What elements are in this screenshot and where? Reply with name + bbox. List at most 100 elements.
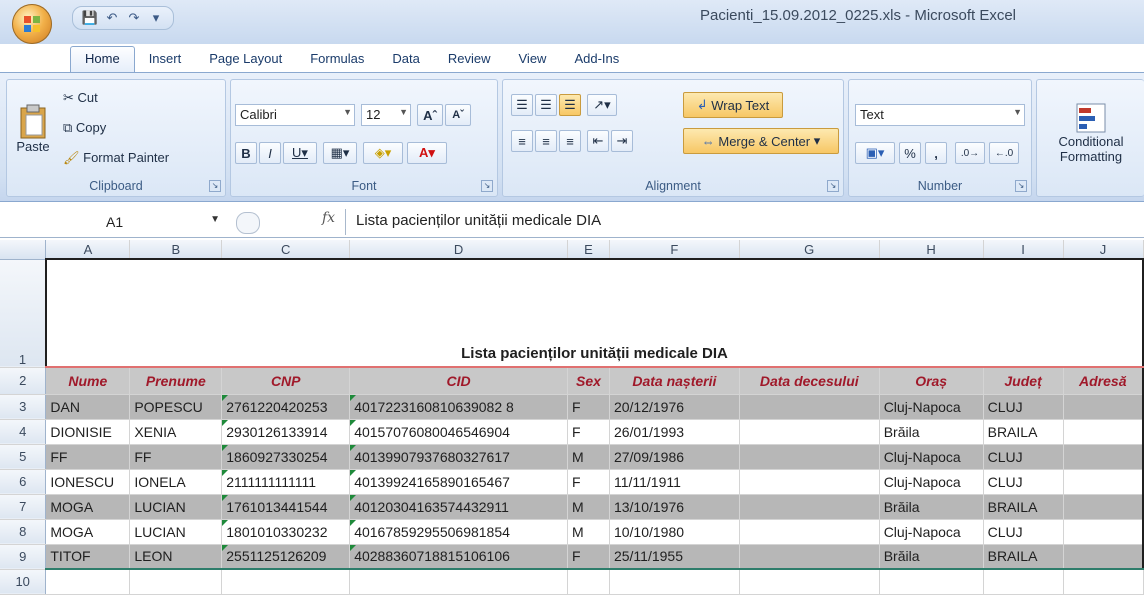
table-cell[interactable]: 2111111111111 — [221, 469, 351, 495]
table-cell[interactable]: LEON — [129, 544, 223, 570]
align-right-icon[interactable]: ≡ — [559, 130, 581, 152]
column-header-b[interactable]: B — [129, 240, 223, 260]
formula-bar-handle-icon[interactable] — [236, 212, 260, 234]
table-cell[interactable]: 1761013441544 — [221, 494, 351, 520]
table-cell[interactable] — [739, 419, 880, 445]
column-header-f[interactable]: F — [609, 240, 740, 260]
row-header[interactable]: 4 — [0, 419, 47, 445]
column-header-i[interactable]: I — [983, 240, 1064, 260]
table-cell[interactable] — [1063, 569, 1144, 595]
conditional-formatting-button[interactable]: Conditional Formatting — [1047, 88, 1135, 178]
bold-icon[interactable]: B — [235, 142, 257, 164]
tab-data[interactable]: Data — [378, 47, 433, 72]
table-cell[interactable]: F — [567, 469, 610, 495]
table-cell[interactable]: 40139907937680327617 — [349, 444, 568, 470]
tab-home[interactable]: Home — [70, 46, 135, 72]
table-cell[interactable]: Brăila — [879, 419, 984, 445]
borders-icon[interactable]: ▦▾ — [323, 142, 357, 164]
table-cell[interactable]: IONELA — [129, 469, 223, 495]
increase-indent-icon[interactable]: ⇥ — [611, 130, 633, 152]
table-cell[interactable]: 26/01/1993 — [609, 419, 740, 445]
table-cell[interactable] — [1063, 394, 1144, 420]
table-cell[interactable] — [1063, 494, 1144, 520]
table-cell[interactable]: BRAILA — [983, 494, 1064, 520]
column-title-cell[interactable]: CNP — [221, 368, 351, 395]
select-all-corner[interactable] — [0, 240, 47, 260]
table-cell[interactable] — [739, 394, 880, 420]
underline-icon[interactable]: U▾ — [283, 142, 317, 164]
copy-button[interactable]: ⧉ Copy — [63, 120, 106, 136]
table-cell[interactable] — [349, 569, 568, 595]
align-middle-icon[interactable]: ☰ — [535, 94, 557, 116]
percent-style-icon[interactable]: % — [899, 142, 921, 164]
table-cell[interactable]: 40139924165890165467 — [349, 469, 568, 495]
italic-icon[interactable]: I — [259, 142, 281, 164]
row-header[interactable]: 10 — [0, 569, 47, 595]
customize-qat-icon[interactable]: ▾ — [147, 10, 165, 26]
name-box[interactable]: A1 ▼ — [66, 211, 226, 233]
table-cell[interactable]: MOGA — [45, 519, 131, 545]
row-header[interactable]: 3 — [0, 394, 47, 420]
column-title-cell[interactable]: Data decesului — [739, 368, 880, 395]
number-dialog-launcher-icon[interactable]: ↘ — [1015, 180, 1027, 192]
table-cell[interactable]: LUCIAN — [129, 519, 223, 545]
column-title-cell[interactable]: Oraș — [879, 368, 984, 395]
comma-style-icon[interactable]: , — [925, 142, 947, 164]
increase-decimal-icon[interactable]: .0→ — [955, 142, 985, 164]
align-bottom-icon[interactable]: ☰ — [559, 94, 581, 116]
column-header-h[interactable]: H — [879, 240, 984, 260]
number-format-combo[interactable]: Text ▼ — [855, 104, 1025, 126]
table-cell[interactable]: Cluj-Napoca — [879, 519, 984, 545]
table-cell[interactable]: 40288360718815106106 — [349, 544, 568, 570]
table-cell[interactable] — [129, 569, 223, 595]
table-cell[interactable]: 40120304163574432911 — [349, 494, 568, 520]
table-cell[interactable]: 25/11/1955 — [609, 544, 740, 570]
font-name-combo[interactable]: Calibri ▼ — [235, 104, 355, 126]
table-cell[interactable]: M — [567, 494, 610, 520]
table-cell[interactable] — [567, 569, 610, 595]
column-title-cell[interactable]: Județ — [983, 368, 1064, 395]
formula-input[interactable]: Lista pacienților unității medicale DIA — [356, 212, 601, 229]
column-title-cell[interactable]: Nume — [45, 368, 131, 395]
tab-formulas[interactable]: Formulas — [296, 47, 378, 72]
format-painter-button[interactable]: 🖌 Format Painter — [63, 150, 169, 166]
table-cell[interactable]: Cluj-Napoca — [879, 444, 984, 470]
sheet-title-cell[interactable]: Lista pacienților unității medicale DIA — [44, 258, 1144, 368]
column-header-e[interactable]: E — [567, 240, 610, 260]
table-cell[interactable] — [739, 519, 880, 545]
accounting-format-icon[interactable]: ▣▾ — [855, 142, 895, 164]
table-cell[interactable]: BRAILA — [983, 419, 1064, 445]
cut-button[interactable]: ✂ Cut — [63, 90, 98, 106]
tab-page-layout[interactable]: Page Layout — [195, 47, 296, 72]
table-cell[interactable]: 20/12/1976 — [609, 394, 740, 420]
table-cell[interactable] — [983, 569, 1064, 595]
table-cell[interactable]: 13/10/1976 — [609, 494, 740, 520]
column-title-cell[interactable]: CID — [349, 368, 568, 395]
table-cell[interactable]: TITOF — [45, 544, 131, 570]
table-cell[interactable]: 40157076080046546904 — [349, 419, 568, 445]
row-header[interactable]: 7 — [0, 494, 47, 520]
font-color-icon[interactable]: A▾ — [407, 142, 447, 164]
table-cell[interactable]: 1801010330232 — [221, 519, 351, 545]
alignment-dialog-launcher-icon[interactable]: ↘ — [827, 180, 839, 192]
row-header[interactable]: 2 — [0, 368, 47, 395]
table-cell[interactable] — [1063, 544, 1144, 570]
column-title-cell[interactable]: Adresă — [1063, 368, 1144, 395]
table-cell[interactable]: Cluj-Napoca — [879, 469, 984, 495]
row-header[interactable]: 8 — [0, 519, 47, 545]
decrease-decimal-icon[interactable]: ←.0 — [989, 142, 1019, 164]
table-cell[interactable] — [739, 494, 880, 520]
column-header-j[interactable]: J — [1063, 240, 1144, 260]
align-center-icon[interactable]: ≡ — [535, 130, 557, 152]
table-cell[interactable]: 4017223160810639082 8 — [349, 394, 568, 420]
table-cell[interactable] — [1063, 469, 1144, 495]
table-cell[interactable]: Cluj-Napoca — [879, 394, 984, 420]
table-cell[interactable]: 11/11/1911 — [609, 469, 740, 495]
table-cell[interactable]: CLUJ — [983, 394, 1064, 420]
table-cell[interactable]: LUCIAN — [129, 494, 223, 520]
row-header[interactable]: 5 — [0, 444, 47, 470]
table-cell[interactable] — [1063, 419, 1144, 445]
table-cell[interactable]: Brăila — [879, 544, 984, 570]
column-title-cell[interactable]: Data nașterii — [609, 368, 740, 395]
insert-function-icon[interactable]: fx — [322, 210, 335, 226]
